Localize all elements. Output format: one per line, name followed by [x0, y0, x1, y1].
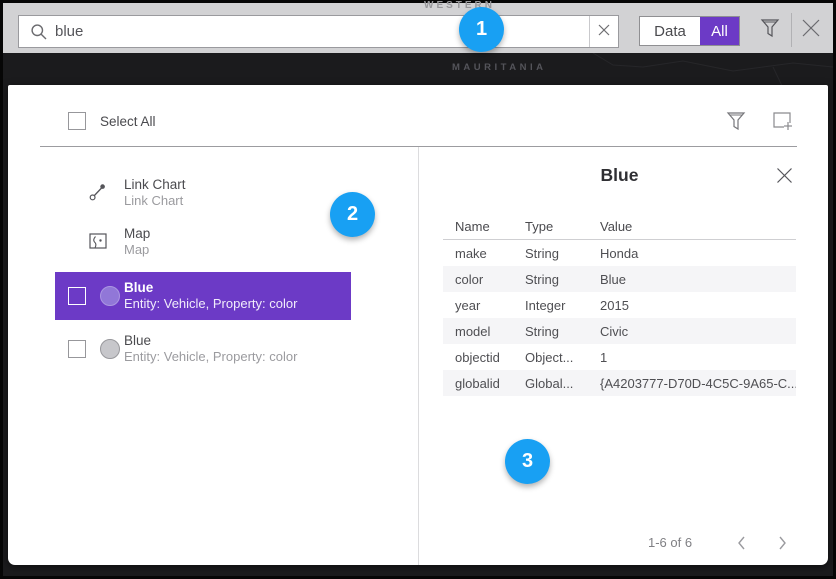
cell-type: String [525, 324, 600, 339]
result-subtitle: Link Chart [124, 193, 186, 209]
close-x-icon [801, 18, 821, 43]
callout-step-3: 3 [505, 439, 550, 484]
column-header-name: Name [455, 219, 525, 234]
previous-page-button[interactable] [731, 532, 753, 554]
list-detail-divider [418, 147, 419, 565]
square-plus-icon [771, 119, 795, 136]
circle-symbol-icon [100, 339, 120, 359]
column-header-value: Value [600, 219, 796, 234]
cell-type: String [525, 272, 600, 287]
clear-x-icon [598, 23, 610, 41]
circle-symbol-icon [100, 286, 120, 306]
attribute-table: Name Type Value make String Honda color … [443, 214, 796, 396]
table-header-row: Name Type Value [443, 214, 796, 240]
result-item-blue-selected[interactable]: Blue Entity: Vehicle, Property: color [55, 272, 351, 320]
table-row: model String Civic [443, 318, 796, 344]
cell-name: year [455, 298, 525, 313]
app-window: MAURITANIA Data All [0, 0, 836, 579]
detail-title: Blue [443, 165, 796, 186]
result-title: Blue [124, 332, 297, 349]
cell-value: Civic [600, 324, 796, 339]
funnel-icon [760, 17, 780, 44]
cell-name: make [455, 246, 525, 261]
result-title: Map [124, 225, 150, 242]
detail-close-button[interactable] [776, 167, 794, 185]
select-all-label: Select All [100, 114, 156, 129]
table-row: globalid Global... {A4203777-D70D-4C5C-9… [443, 370, 796, 396]
search-icon [30, 23, 48, 41]
result-item-map[interactable]: Map Map [55, 218, 351, 266]
table-row: color String Blue [443, 266, 796, 292]
next-page-button[interactable] [771, 532, 793, 554]
cell-value: 1 [600, 350, 796, 365]
result-subtitle: Entity: Vehicle, Property: color [124, 296, 297, 312]
cell-value: Honda [600, 246, 796, 261]
result-item-text: Blue Entity: Vehicle, Property: color [124, 279, 297, 312]
table-row: year Integer 2015 [443, 292, 796, 318]
funnel-icon [726, 119, 746, 136]
result-title: Link Chart [124, 176, 186, 193]
result-item-text: Map Map [124, 225, 150, 258]
close-x-icon [776, 171, 793, 188]
result-checkbox[interactable] [68, 340, 86, 358]
toolbar-divider [791, 13, 792, 47]
cell-type: Object... [525, 350, 600, 365]
result-title: Blue [124, 279, 297, 296]
toggle-option-data[interactable]: Data [640, 17, 700, 45]
cell-name: globalid [455, 376, 525, 391]
search-box[interactable] [18, 15, 619, 48]
add-selection-button[interactable] [771, 110, 795, 132]
results-panel: Select All Link Chart Link Chart [8, 85, 828, 565]
panel-filter-button[interactable] [726, 110, 748, 132]
table-row: make String Honda [443, 240, 796, 266]
cell-type: Integer [525, 298, 600, 313]
result-subtitle: Map [124, 242, 150, 258]
column-header-type: Type [525, 219, 600, 234]
map-icon [88, 231, 108, 251]
cell-value: {A4203777-D70D-4C5C-9A65-C... [600, 376, 796, 391]
page-range-label: 1-6 of 6 [648, 535, 692, 550]
map-borders-decor [533, 53, 833, 88]
table-row: objectid Object... 1 [443, 344, 796, 370]
cell-type: String [525, 246, 600, 261]
cell-name: objectid [455, 350, 525, 365]
result-item-text: Link Chart Link Chart [124, 176, 186, 209]
cell-value: 2015 [600, 298, 796, 313]
toggle-option-all[interactable]: All [700, 17, 739, 45]
search-toolbar: Data All [3, 3, 833, 53]
result-item-text: Blue Entity: Vehicle, Property: color [124, 332, 297, 365]
callout-step-1: 1 [459, 7, 504, 52]
cell-value: Blue [600, 272, 796, 287]
toolbar-filter-button[interactable] [759, 18, 781, 42]
callout-step-2: 2 [330, 192, 375, 237]
select-all-checkbox[interactable] [68, 112, 86, 130]
result-checkbox[interactable] [68, 287, 86, 305]
search-input[interactable] [55, 16, 595, 47]
data-all-toggle: Data All [639, 16, 740, 46]
cell-name: color [455, 272, 525, 287]
cell-type: Global... [525, 376, 600, 391]
close-search-button[interactable] [800, 19, 822, 41]
link-chart-icon [88, 182, 108, 202]
result-item-link-chart[interactable]: Link Chart Link Chart [55, 169, 351, 217]
result-subtitle: Entity: Vehicle, Property: color [124, 349, 297, 365]
pagination: 1-6 of 6 [443, 530, 796, 556]
cell-name: model [455, 324, 525, 339]
clear-search-button[interactable] [589, 16, 618, 47]
result-item-blue[interactable]: Blue Entity: Vehicle, Property: color [55, 325, 351, 373]
